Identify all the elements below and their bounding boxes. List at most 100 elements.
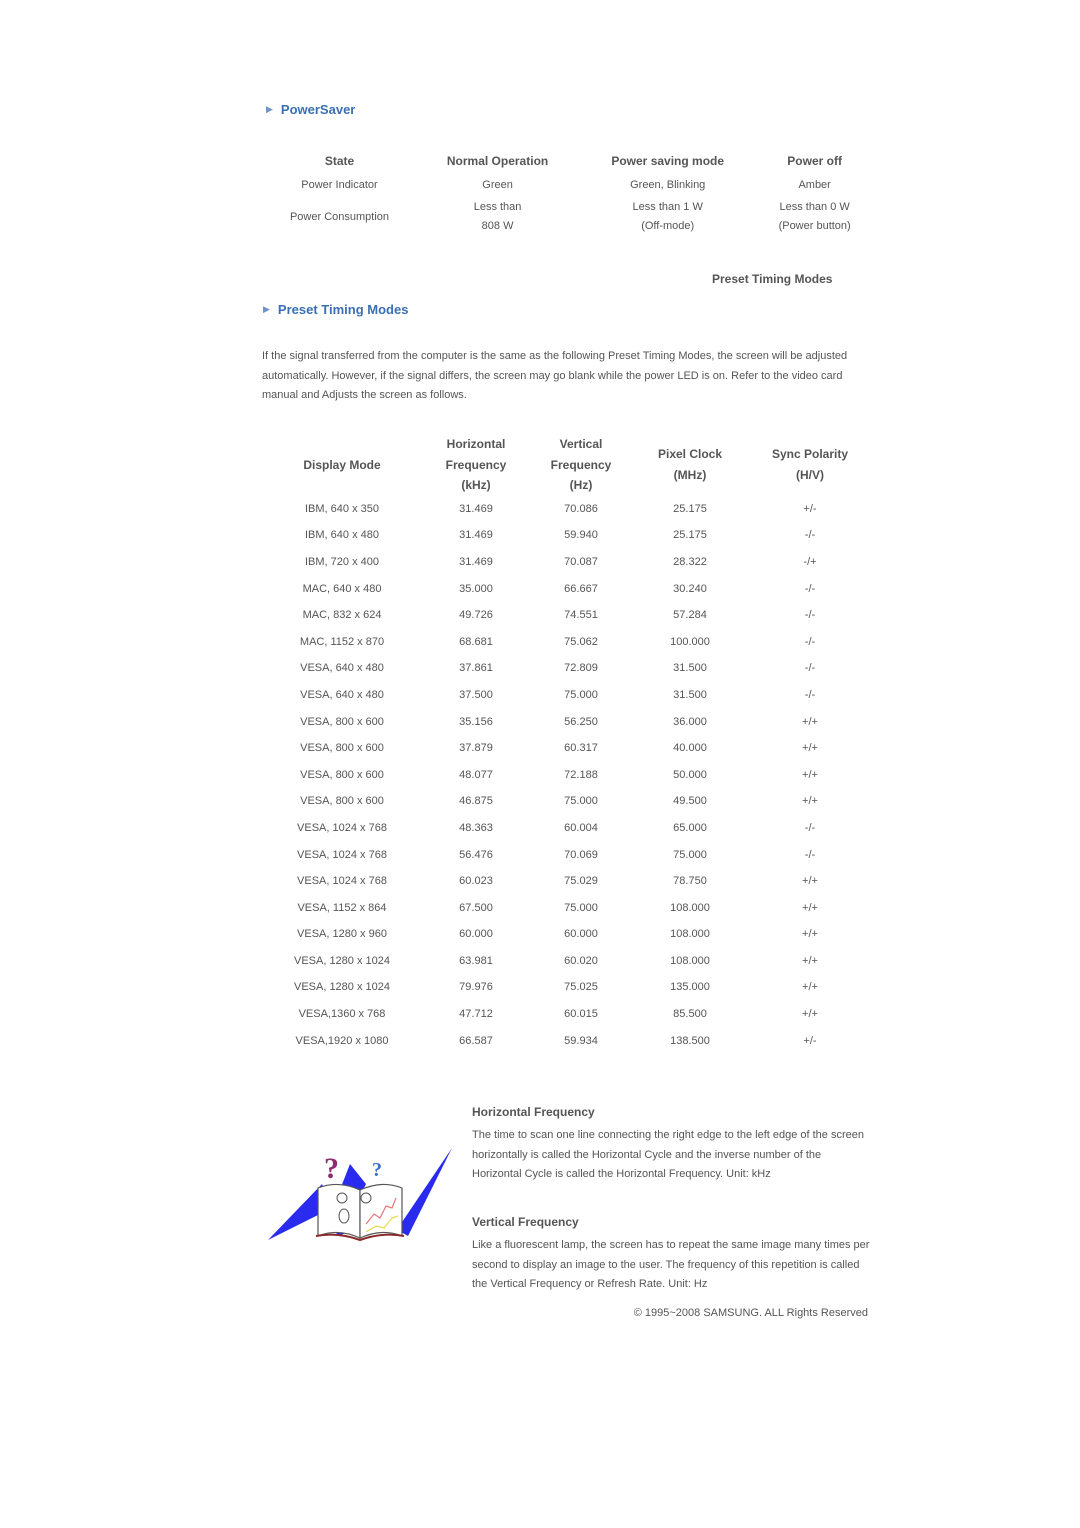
cell-horizontal-frequency: 60.000 bbox=[459, 928, 493, 941]
cell-normal: Green bbox=[482, 178, 513, 191]
cell-pixel-clock: 25.175 bbox=[673, 502, 707, 515]
cell-off: Less than 0 W (Power button) bbox=[757, 198, 872, 236]
cell-line: 808 W bbox=[481, 220, 514, 232]
cell-line: Less than 1 W bbox=[632, 201, 703, 213]
col-power-off: Power off bbox=[787, 154, 842, 168]
cell-pixel-clock: 85.500 bbox=[673, 1008, 707, 1021]
powersaver-table: State Normal Operation Power saving mode… bbox=[262, 150, 872, 236]
cell-vertical-frequency: 74.551 bbox=[564, 609, 598, 622]
cell-display-mode: VESA,1360 x 768 bbox=[298, 1008, 386, 1021]
cell-vertical-frequency: 59.940 bbox=[564, 529, 598, 542]
cell-display-mode: VESA, 1152 x 864 bbox=[297, 901, 387, 914]
table-row: VESA, 1024 x 768 48.363 60.004 65.000 -/- bbox=[262, 815, 872, 842]
cell-pixel-clock: 108.000 bbox=[670, 954, 710, 967]
header-line: Sync Polarity bbox=[771, 447, 849, 462]
table-row: VESA, 1024 x 768 56.476 70.069 75.000 -/- bbox=[262, 841, 872, 868]
header-line: Pixel Clock bbox=[657, 447, 723, 462]
cell-normal: Less than 808 W bbox=[417, 198, 578, 236]
cell-display-mode: MAC, 832 x 624 bbox=[302, 609, 382, 622]
cell-vertical-frequency: 59.934 bbox=[564, 1034, 598, 1047]
cell-display-mode: MAC, 1152 x 870 bbox=[299, 635, 385, 648]
cell-sync-polarity: -/- bbox=[804, 662, 816, 675]
cell-horizontal-frequency: 48.077 bbox=[459, 768, 493, 781]
cell-vertical-frequency: 60.317 bbox=[564, 742, 598, 755]
cell-pixel-clock: 57.284 bbox=[673, 609, 707, 622]
table-row: MAC, 832 x 624 49.726 74.551 57.284 -/- bbox=[262, 602, 872, 629]
cell-pixel-clock: 30.240 bbox=[673, 582, 707, 595]
cell-line: (Power button) bbox=[778, 220, 851, 232]
cell-vertical-frequency: 70.087 bbox=[564, 555, 598, 568]
cell-display-mode: VESA, 1280 x 1024 bbox=[293, 954, 390, 967]
powersaver-header-row: State Normal Operation Power saving mode… bbox=[262, 150, 872, 172]
table-row: VESA, 800 x 600 48.077 72.188 50.000 +/+ bbox=[262, 761, 872, 788]
cell-vertical-frequency: 70.069 bbox=[564, 848, 598, 861]
cell-pixel-clock: 100.000 bbox=[670, 635, 710, 648]
cell-sync-polarity: +/+ bbox=[802, 795, 818, 808]
cell-sync-polarity: -/- bbox=[804, 609, 816, 622]
chevron-right-icon: ▶︎ bbox=[263, 304, 270, 314]
col-sync-polarity: Sync Polarity (H/V) bbox=[748, 434, 872, 496]
cell-sync-polarity: +/+ bbox=[802, 768, 818, 781]
preset-timing-right-title: Preset Timing Modes bbox=[712, 272, 833, 286]
cell-sync-polarity: +/+ bbox=[802, 742, 818, 755]
table-row: VESA, 800 x 600 37.879 60.317 40.000 +/+ bbox=[262, 735, 872, 762]
cell-pixel-clock: 28.322 bbox=[673, 555, 707, 568]
cell-vertical-frequency: 72.188 bbox=[564, 768, 598, 781]
col-normal-operation: Normal Operation bbox=[446, 154, 549, 168]
cell-sync-polarity: +/+ bbox=[802, 715, 818, 728]
timing-header-row: Display Mode Horizontal Frequency (kHz) … bbox=[262, 434, 872, 496]
preset-intro-paragraph: If the signal transferred from the compu… bbox=[262, 350, 848, 401]
cell-horizontal-frequency: 68.681 bbox=[459, 635, 493, 648]
header-line: (MHz) bbox=[673, 467, 707, 482]
cell-vertical-frequency: 60.004 bbox=[564, 821, 598, 834]
cell-vertical-frequency: 75.000 bbox=[564, 901, 598, 914]
cell-horizontal-frequency: 48.363 bbox=[459, 821, 493, 834]
cell-display-mode: VESA, 1024 x 768 bbox=[297, 821, 387, 834]
cell-horizontal-frequency: 67.500 bbox=[459, 901, 493, 914]
cell-sync-polarity: +/+ bbox=[802, 875, 818, 888]
vertical-frequency-title: Vertical Frequency bbox=[472, 1215, 579, 1229]
chevron-right-icon: ▶︎ bbox=[266, 104, 273, 114]
cell-vertical-frequency: 75.025 bbox=[564, 981, 598, 994]
cell-horizontal-frequency: 37.879 bbox=[459, 742, 493, 755]
cell-sync-polarity: -/- bbox=[804, 848, 816, 861]
cell-display-mode: VESA, 1280 x 1024 bbox=[293, 981, 390, 994]
vertical-frequency-text: Like a fluorescent lamp, the screen has … bbox=[472, 1239, 870, 1290]
cell-horizontal-frequency: 63.981 bbox=[459, 954, 493, 967]
cell-horizontal-frequency: 31.469 bbox=[459, 502, 493, 515]
cell-display-mode: VESA, 1280 x 960 bbox=[297, 928, 387, 941]
preset-timing-heading: ▶︎ Preset Timing Modes bbox=[263, 302, 408, 317]
cell-sync-polarity: +/- bbox=[803, 1034, 817, 1047]
cell-pixel-clock: 108.000 bbox=[670, 928, 710, 941]
cell-horizontal-frequency: 66.587 bbox=[459, 1034, 493, 1047]
cell-sync-polarity: -/+ bbox=[803, 555, 817, 568]
cell-pixel-clock: 135.000 bbox=[670, 981, 710, 994]
cell-pixel-clock: 138.500 bbox=[670, 1034, 710, 1047]
cell-horizontal-frequency: 31.469 bbox=[459, 555, 493, 568]
cell-sync-polarity: +/+ bbox=[802, 928, 818, 941]
cell-vertical-frequency: 75.000 bbox=[564, 688, 598, 701]
cell-state: Power Indicator bbox=[301, 178, 378, 191]
cell-vertical-frequency: 56.250 bbox=[564, 715, 598, 728]
cell-horizontal-frequency: 79.976 bbox=[459, 981, 493, 994]
cell-horizontal-frequency: 37.500 bbox=[459, 688, 493, 701]
header-line: (H/V) bbox=[796, 467, 824, 482]
table-row: IBM, 720 x 400 31.469 70.087 28.322 -/+ bbox=[262, 549, 872, 576]
powersaver-heading-text: PowerSaver bbox=[280, 102, 356, 117]
powersaver-heading: ▶︎ PowerSaver bbox=[266, 102, 355, 117]
header-line: Frequency bbox=[445, 457, 507, 472]
table-row: VESA, 1280 x 1024 63.981 60.020 108.000 +/+ bbox=[262, 948, 872, 975]
cell-display-mode: VESA,1920 x 1080 bbox=[295, 1034, 389, 1047]
table-row: MAC, 640 x 480 35.000 66.667 30.240 -/- bbox=[262, 575, 872, 602]
cell-vertical-frequency: 75.062 bbox=[564, 635, 598, 648]
col-state: State bbox=[324, 154, 355, 168]
cell-display-mode: IBM, 640 x 480 bbox=[305, 529, 379, 542]
cell-line: Less than 0 W bbox=[779, 201, 850, 213]
cell-display-mode: IBM, 640 x 350 bbox=[305, 502, 379, 515]
cell-vertical-frequency: 70.086 bbox=[564, 502, 598, 515]
cell-sync-polarity: +/+ bbox=[802, 981, 818, 994]
cell-line: Less than bbox=[473, 201, 522, 213]
timing-table: Display Mode Horizontal Frequency (kHz) … bbox=[262, 434, 872, 1054]
col-power-saving-mode: Power saving mode bbox=[611, 154, 725, 168]
table-row: VESA, 640 x 480 37.500 75.000 31.500 -/- bbox=[262, 682, 872, 709]
